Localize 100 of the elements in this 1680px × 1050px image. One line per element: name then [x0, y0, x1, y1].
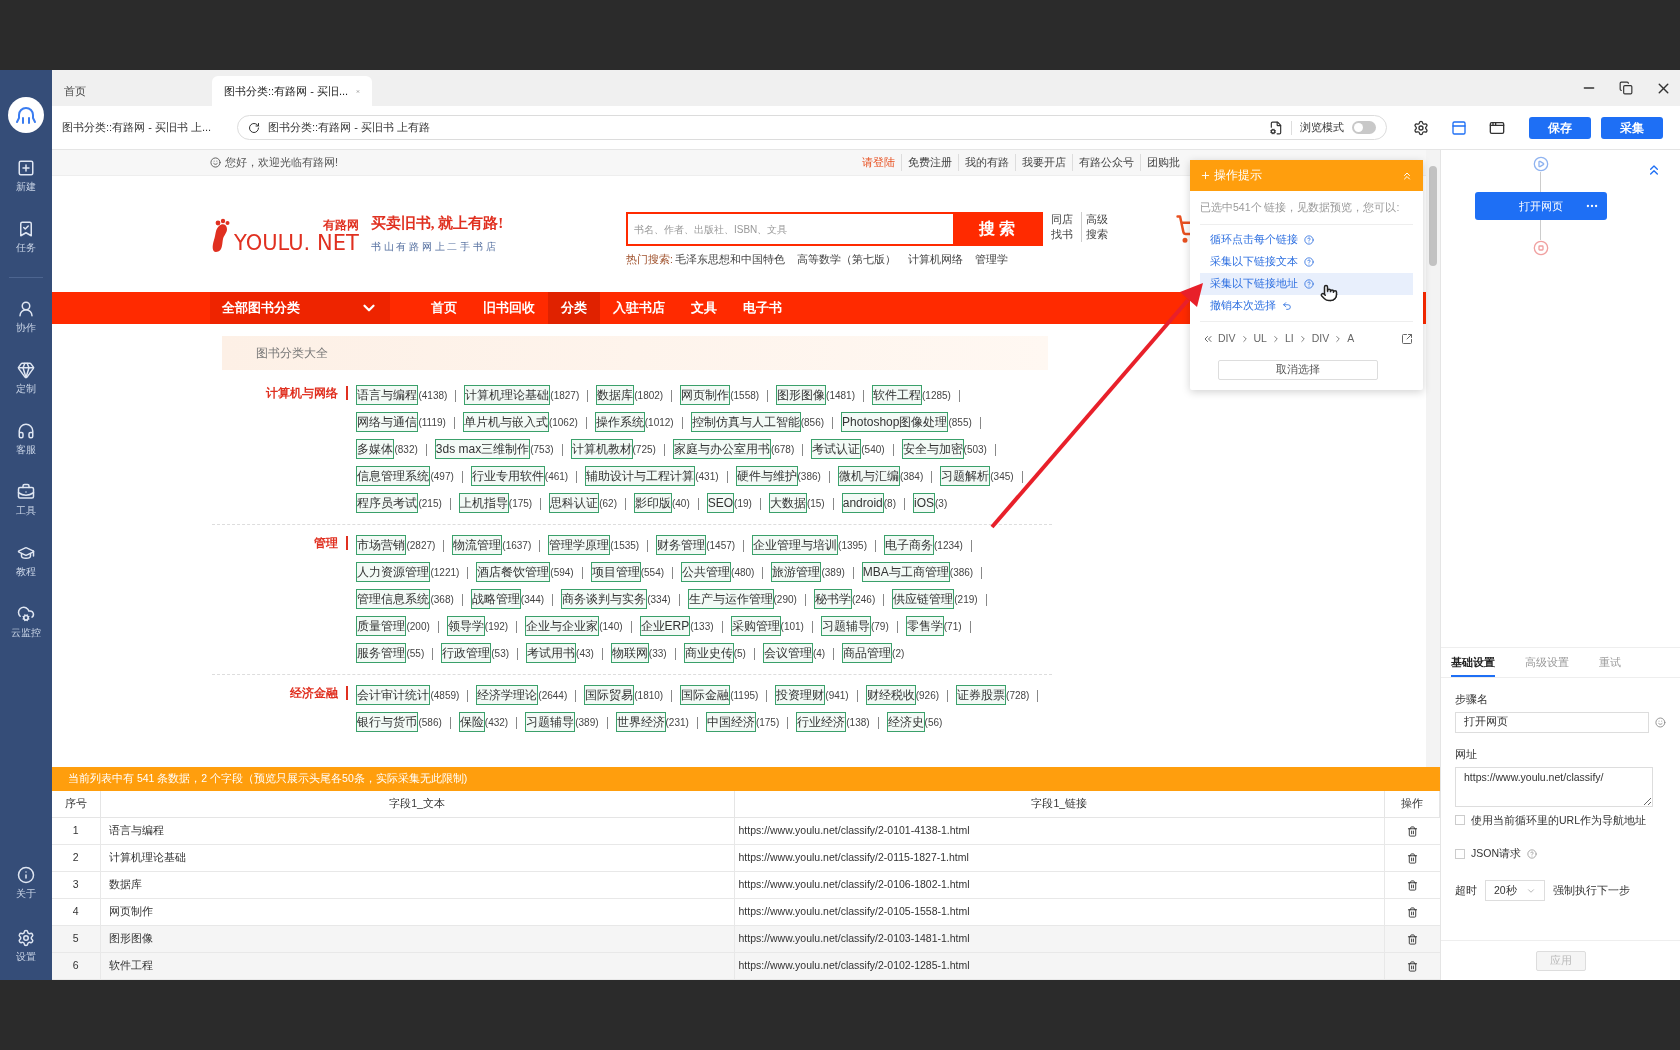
category-link[interactable]: 商品管理: [842, 643, 893, 663]
top-link[interactable]: 免费注册: [901, 154, 958, 171]
nav-item[interactable]: 分类: [548, 292, 600, 324]
checkbox-row[interactable]: 使用当前循环里的URL作为导航地址: [1455, 812, 1666, 829]
browse-mode-toggle[interactable]: [1352, 121, 1376, 134]
top-link[interactable]: 有路公众号: [1072, 154, 1140, 171]
category-link[interactable]: 领导学: [446, 616, 485, 636]
category-link[interactable]: 企业管理与培训: [752, 535, 839, 555]
category-link[interactable]: 商业史传: [683, 643, 734, 663]
category-link[interactable]: 辅助设计与工程计算: [585, 466, 696, 486]
category-link[interactable]: 财务管理: [656, 535, 707, 555]
browser-tab[interactable]: 图书分类::有路网 - 买旧...: [212, 76, 372, 106]
category-link[interactable]: 微机与汇编: [837, 466, 900, 486]
nav-item[interactable]: 旧书回收: [470, 292, 548, 324]
action-option[interactable]: 采集以下链接地址: [1200, 272, 1413, 295]
category-link[interactable]: 战略管理: [470, 589, 521, 609]
step-name-field[interactable]: 打开网页: [1455, 711, 1650, 733]
category-link[interactable]: 上机指导: [458, 493, 509, 513]
category-link[interactable]: 企业ERP: [639, 616, 691, 636]
category-link[interactable]: 生产与运作管理: [687, 589, 774, 609]
category-link[interactable]: 物联网: [610, 643, 649, 663]
action-option[interactable]: 采集以下链接文本: [1200, 250, 1413, 273]
category-link[interactable]: 习题辅导: [820, 616, 871, 636]
window-icon[interactable]: [1489, 119, 1505, 136]
app-logo[interactable]: [8, 97, 44, 133]
sidebar-item[interactable]: 设置: [0, 925, 52, 968]
category-link[interactable]: 信息管理系统: [356, 466, 431, 486]
save-button[interactable]: 保存: [1529, 116, 1591, 139]
category-link[interactable]: 3ds max三维制作: [434, 439, 531, 459]
category-link[interactable]: 影印版: [633, 493, 672, 513]
category-link[interactable]: 项目管理: [590, 562, 641, 582]
category-link[interactable]: 经济学理论: [476, 685, 539, 705]
category-link[interactable]: 语言与编程: [356, 385, 419, 405]
category-link[interactable]: 国际金融: [680, 685, 731, 705]
category-link[interactable]: 证券股票: [956, 685, 1007, 705]
category-link[interactable]: 酒店餐饮管理: [476, 562, 551, 582]
category-link[interactable]: 供应链管理: [892, 589, 955, 609]
category-link[interactable]: 大数据: [768, 493, 807, 513]
hot-search-term[interactable]: 高等数学（第七版）: [796, 252, 896, 268]
action-option[interactable]: 循环点击每个链接: [1200, 228, 1413, 251]
page-settings-icon[interactable]: [1269, 120, 1283, 135]
delete-icon[interactable]: [1406, 879, 1418, 891]
timeout-select[interactable]: 20秒: [1485, 880, 1545, 901]
category-link[interactable]: 质量管理: [356, 616, 407, 636]
category-link[interactable]: 采购管理: [730, 616, 781, 636]
delete-icon[interactable]: [1406, 960, 1418, 972]
panel-icon[interactable]: [1451, 119, 1467, 136]
category-link[interactable]: 会议管理: [762, 643, 813, 663]
reload-icon[interactable]: [248, 121, 260, 134]
top-link[interactable]: 我的有路: [958, 154, 1015, 171]
sidebar-item[interactable]: 任务: [0, 216, 52, 259]
category-link[interactable]: 行业专用软件: [470, 466, 545, 486]
category-link[interactable]: 硬件与维护: [735, 466, 798, 486]
category-link[interactable]: 商务谈判与实务: [561, 589, 648, 609]
category-link[interactable]: 安全与加密: [901, 439, 964, 459]
category-title[interactable]: 管理: [314, 536, 349, 550]
nav-item[interactable]: 文具: [678, 292, 730, 324]
delete-icon[interactable]: [1406, 852, 1418, 864]
cancel-selection-button[interactable]: 取消选择: [1218, 359, 1378, 380]
category-link[interactable]: 行业经济: [796, 712, 847, 732]
delete-icon[interactable]: [1406, 906, 1418, 918]
category-link[interactable]: 保险: [458, 712, 485, 732]
sidebar-item[interactable]: 协作: [0, 296, 52, 339]
search-bar[interactable]: 书名、作者、出版社、ISBN、文具 搜 索: [626, 212, 1043, 246]
category-link[interactable]: 投资理财: [775, 685, 826, 705]
checkbox-row[interactable]: JSON请求: [1455, 846, 1666, 862]
category-link[interactable]: 思科认证: [549, 493, 600, 513]
category-link[interactable]: 管理信息系统: [356, 589, 431, 609]
top-link[interactable]: 团购批: [1140, 154, 1186, 171]
hot-search-term[interactable]: 毛泽东思想和中国特色: [674, 252, 785, 268]
category-link[interactable]: iOS: [912, 493, 935, 513]
category-link[interactable]: 多媒体: [356, 439, 395, 459]
flow-node[interactable]: 打开网页: [1474, 192, 1607, 220]
breadcrumb-item[interactable]: DIV: [1218, 330, 1236, 347]
category-link[interactable]: 操作系统: [594, 412, 645, 432]
category-link[interactable]: 管理学原理: [548, 535, 611, 555]
category-link[interactable]: 银行与货币: [356, 712, 419, 732]
category-link[interactable]: 行政管理: [441, 643, 492, 663]
category-link[interactable]: 习题辅导: [525, 712, 576, 732]
sidebar-item[interactable]: 新建: [0, 155, 52, 198]
category-link[interactable]: Photoshop图像处理: [841, 412, 949, 432]
category-link[interactable]: 考试认证: [811, 439, 862, 459]
category-link[interactable]: 中国经济: [705, 712, 756, 732]
category-link[interactable]: MBA与工商管理: [861, 562, 950, 582]
settings-tab[interactable]: 基础设置: [1451, 653, 1495, 677]
category-link[interactable]: 网页制作: [680, 385, 731, 405]
breadcrumb-item[interactable]: UL: [1253, 330, 1267, 347]
hot-search-term[interactable]: 管理学: [974, 252, 1008, 268]
url-field[interactable]: https://www.youlu.net/classify/: [1455, 766, 1653, 807]
nav-item[interactable]: 入驻书店: [600, 292, 678, 324]
category-link[interactable]: 电子商务: [884, 535, 934, 555]
external-link-icon[interactable]: [1401, 332, 1413, 345]
search-field[interactable]: 书名、作者、出版社、ISBN、文具: [628, 214, 953, 244]
category-link[interactable]: 程序员考试: [356, 493, 419, 513]
category-link[interactable]: 世界经济: [615, 712, 666, 732]
hot-search-term[interactable]: 计算机网络: [907, 252, 963, 268]
scrollbar-thumb[interactable]: [1429, 166, 1437, 266]
category-link[interactable]: 习题解析: [940, 466, 991, 486]
category-link[interactable]: 考试用书: [526, 643, 577, 663]
category-link[interactable]: 市场营销: [356, 535, 407, 555]
